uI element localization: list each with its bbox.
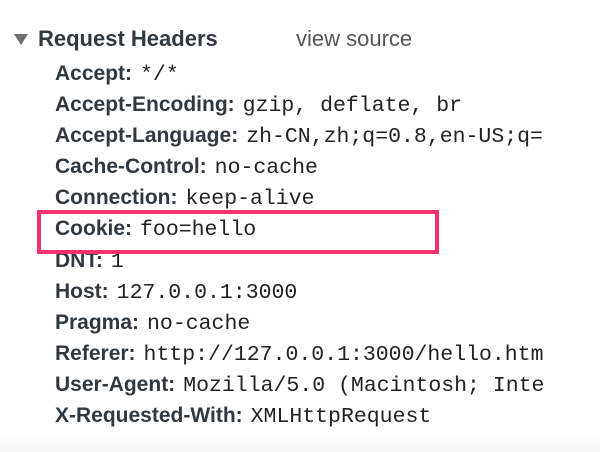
header-row-accept-language: Accept-Language: zh-CN,zh;q=0.8,en-US;q=: [0, 120, 600, 151]
header-name: Referer:: [55, 341, 136, 365]
header-name: Host:: [55, 279, 109, 303]
header-name: Accept-Language:: [55, 124, 239, 148]
request-headers-section-header[interactable]: Request Headers view source: [0, 20, 600, 56]
view-source-link[interactable]: view source: [296, 26, 412, 52]
cookie-highlight-box: [37, 210, 439, 254]
header-value: zh-CN,zh;q=0.8,en-US;q=: [246, 125, 543, 150]
header-name: Connection:: [55, 186, 178, 210]
header-name: User-Agent:: [55, 372, 176, 396]
bottom-fade: [0, 432, 600, 452]
header-value: http://127.0.0.1:3000/hello.htm: [143, 342, 544, 367]
header-row-referer: Referer: http://127.0.0.1:3000/hello.htm: [0, 338, 600, 369]
header-row-user-agent: User-Agent: Mozilla/5.0 (Macintosh; Inte: [0, 369, 600, 400]
header-row-accept-encoding: Accept-Encoding: gzip, deflate, br: [0, 89, 600, 120]
header-value: no-cache: [147, 311, 251, 336]
header-row-host: Host: 127.0.0.1:3000: [0, 276, 600, 307]
header-value: XMLHttpRequest: [250, 405, 432, 430]
header-value: gzip, deflate, br: [242, 94, 463, 119]
header-name: Pragma:: [55, 310, 140, 334]
header-value: no-cache: [214, 156, 318, 181]
header-name: X-Requested-With:: [55, 404, 243, 428]
header-value: */*: [140, 63, 179, 87]
header-value: 127.0.0.1:3000: [116, 280, 298, 305]
header-value: Mozilla/5.0 (Macintosh; Inte: [183, 373, 545, 398]
header-row-accept: Accept: */*: [0, 58, 600, 89]
header-row-cache-control: Cache-Control: no-cache: [0, 151, 600, 182]
collapse-triangle-icon[interactable]: [14, 34, 28, 45]
header-row-connection: Connection: keep-alive: [0, 182, 600, 213]
header-name: Accept-Encoding:: [55, 93, 235, 117]
header-row-pragma: Pragma: no-cache: [0, 307, 600, 338]
header-name: Cache-Control:: [55, 155, 207, 179]
previous-section-cut: [0, 0, 600, 16]
section-title: Request Headers: [38, 26, 218, 51]
header-row-x-requested-with: X-Requested-With: XMLHttpRequest: [0, 400, 600, 431]
header-name: Accept:: [55, 62, 133, 85]
header-value: keep-alive: [185, 187, 315, 212]
